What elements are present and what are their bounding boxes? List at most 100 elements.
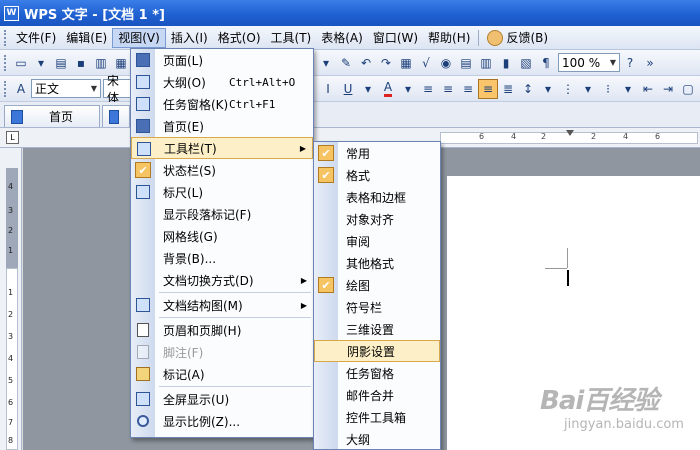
italic-icon[interactable]: I xyxy=(318,79,338,99)
menu-separator xyxy=(159,386,311,387)
view-menu-item-doc-map[interactable]: 文档结构图(M) ▶ xyxy=(131,294,313,316)
format-painter-icon[interactable]: ✎ xyxy=(336,53,356,73)
save-icon[interactable]: ▪ xyxy=(71,53,91,73)
view-menu-item-page[interactable]: 页面(L) xyxy=(131,49,313,71)
border-icon[interactable]: ▢ xyxy=(678,79,698,99)
view-menu-item-task-pane[interactable]: 任务窗格(K) Ctrl+F1 xyxy=(131,93,313,115)
watermark-site: jingyan.baidu.com xyxy=(564,417,684,432)
view-menu-item-ruler[interactable]: 标尺(L) xyxy=(131,181,313,203)
underline-button[interactable]: U xyxy=(338,79,358,99)
columns-icon[interactable]: ▥ xyxy=(476,53,496,73)
view-menu-item-paragraph-marks[interactable]: 显示段落标记(F) xyxy=(131,203,313,225)
dropdown-arrow-icon[interactable]: ▾ xyxy=(618,79,638,99)
toolbar-grip[interactable] xyxy=(4,54,7,71)
toolbar-submenu-item-object-align[interactable]: 对象对齐 xyxy=(314,208,440,230)
toolbar-submenu-item-tables-borders[interactable]: 表格和边框 xyxy=(314,186,440,208)
document-map-icon[interactable]: ▧ xyxy=(516,53,536,73)
menu-tools[interactable]: 工具(T) xyxy=(266,28,317,48)
toolbar-submenu-item-shadow-settings[interactable]: 阴影设置 xyxy=(314,340,440,362)
menu-format[interactable]: 格式(O) xyxy=(213,28,266,48)
new-document-icon[interactable]: ▭ xyxy=(11,53,31,73)
justify-icon[interactable]: ≡ xyxy=(478,78,498,99)
dropdown-arrow-icon[interactable]: ▾ xyxy=(358,79,378,99)
toolbar-submenu-item-other-formatting[interactable]: 其他格式 xyxy=(314,252,440,274)
view-menu-item-outline[interactable]: 大纲(O) Ctrl+Alt+O xyxy=(131,71,313,93)
view-menu-item-home[interactable]: 首页(E) xyxy=(131,115,313,137)
toolbar-submenu-item-drawing[interactable]: ✔ 绘图 xyxy=(314,274,440,296)
menu-insert[interactable]: 插入(I) xyxy=(166,28,213,48)
menu-table[interactable]: 表格(A) xyxy=(316,28,368,48)
menubar-grip[interactable] xyxy=(4,29,7,46)
menu-window[interactable]: 窗口(W) xyxy=(368,28,423,48)
ruler-number: 2 xyxy=(591,132,597,141)
line-spacing-icon[interactable]: ↕ xyxy=(518,79,538,99)
toolbar-submenu-item-formatting[interactable]: ✔ 格式 xyxy=(314,164,440,186)
menu-file[interactable]: 文件(F) xyxy=(11,28,61,48)
align-right-icon[interactable]: ≡ xyxy=(458,79,478,99)
menu-view[interactable]: 视图(V) xyxy=(112,27,166,48)
dropdown-arrow-icon[interactable]: ▾ xyxy=(398,79,418,99)
toolbar-submenu-item-3d-settings[interactable]: 三维设置 xyxy=(314,318,440,340)
toolbar-submenu-item-task-pane[interactable]: 任务窗格 xyxy=(314,362,440,384)
print-icon[interactable]: ▥ xyxy=(91,53,111,73)
toolbar-grip[interactable] xyxy=(4,80,7,97)
align-center-icon[interactable]: ≡ xyxy=(438,79,458,99)
dropdown-arrow-icon[interactable]: ▾ xyxy=(316,53,336,73)
checkmark-icon: ✔ xyxy=(318,167,334,183)
dropdown-arrow-icon[interactable]: ▾ xyxy=(538,79,558,99)
toolbar-submenu-item-mail-merge[interactable]: 邮件合并 xyxy=(314,384,440,406)
menu-item-label: 阴影设置 xyxy=(347,344,396,359)
align-left-icon[interactable]: ≡ xyxy=(418,79,438,99)
menu-item-label: 首页(E) xyxy=(163,119,204,134)
undo-icon[interactable]: ↶ xyxy=(356,53,376,73)
view-menu-item-zoom[interactable]: 显示比例(Z)... xyxy=(131,410,313,432)
title-bar: W WPS 文字 - [文档 1 *] xyxy=(0,0,700,26)
zoom-combo[interactable]: 100 % ▼ xyxy=(558,53,620,72)
insert-table-icon[interactable]: ▦ xyxy=(396,53,416,73)
paragraph-mark-icon[interactable]: ¶ xyxy=(536,53,556,73)
view-menu-item-doc-switch[interactable]: 文档切换方式(D) ▶ xyxy=(131,269,313,291)
toolbar-options-icon[interactable]: » xyxy=(640,53,660,73)
toolbar-submenu-item-control-toolbox[interactable]: 控件工具箱 xyxy=(314,406,440,428)
bullets-icon[interactable]: ⁝ xyxy=(598,79,618,99)
font-color-button[interactable]: A xyxy=(378,79,398,99)
toolbar-submenu-item-review[interactable]: 审阅 xyxy=(314,230,440,252)
chart-icon[interactable]: ▮ xyxy=(496,53,516,73)
menu-feedback[interactable]: 反馈(B) xyxy=(482,28,553,48)
formula-icon[interactable]: √ xyxy=(416,53,436,73)
dropdown-arrow-icon[interactable]: ▾ xyxy=(31,53,51,73)
toolbar-submenu-item-symbols[interactable]: 符号栏 xyxy=(314,296,440,318)
tab-home[interactable]: 首页 xyxy=(4,105,100,127)
view-menu-item-markup[interactable]: 标记(A) xyxy=(131,363,313,385)
view-menu-item-gridlines[interactable]: 网格线(G) xyxy=(131,225,313,247)
print-preview-icon[interactable]: ▦ xyxy=(111,53,131,73)
redo-icon[interactable]: ↷ xyxy=(376,53,396,73)
view-menu-item-footnote[interactable]: 脚注(F) xyxy=(131,341,313,363)
toolbar-submenu-item-outline[interactable]: 大纲 xyxy=(314,428,440,450)
hyperlink-icon[interactable]: ◉ xyxy=(436,53,456,73)
view-menu-item-header-footer[interactable]: 页眉和页脚(H) xyxy=(131,319,313,341)
menu-help[interactable]: 帮助(H) xyxy=(423,28,475,48)
help-icon[interactable]: ? xyxy=(620,53,640,73)
decrease-indent-icon[interactable]: ⇤ xyxy=(638,79,658,99)
increase-indent-icon[interactable]: ⇥ xyxy=(658,79,678,99)
font-combo[interactable]: 宋体 xyxy=(103,74,133,105)
menu-item-label: 全屏显示(U) xyxy=(163,392,230,407)
open-folder-icon[interactable]: ▤ xyxy=(51,53,71,73)
dropdown-arrow-icon[interactable]: ▾ xyxy=(578,79,598,99)
vertical-ruler[interactable]: 4 3 2 1 1 2 3 4 5 6 7 8 xyxy=(0,148,22,450)
indent-marker-icon[interactable] xyxy=(566,130,574,136)
submenu-arrow-icon: ▶ xyxy=(299,143,306,153)
view-menu-item-fullscreen[interactable]: 全屏显示(U) xyxy=(131,388,313,410)
tab-stop-selector[interactable]: L xyxy=(6,131,19,144)
tab-document[interactable] xyxy=(102,105,130,127)
distributed-align-icon[interactable]: ≣ xyxy=(498,79,518,99)
view-menu-item-background[interactable]: 背景(B)... xyxy=(131,247,313,269)
table-icon[interactable]: ▤ xyxy=(456,53,476,73)
style-combo[interactable]: 正文 ▼ xyxy=(31,79,101,98)
view-menu-item-status-bar[interactable]: ✔ 状态栏(S) xyxy=(131,159,313,181)
view-menu-item-toolbars[interactable]: 工具栏(T) ▶ xyxy=(131,137,313,159)
menu-edit[interactable]: 编辑(E) xyxy=(61,28,112,48)
toolbar-submenu-item-standard[interactable]: ✔ 常用 xyxy=(314,142,440,164)
numbering-icon[interactable]: ⋮ xyxy=(558,79,578,99)
